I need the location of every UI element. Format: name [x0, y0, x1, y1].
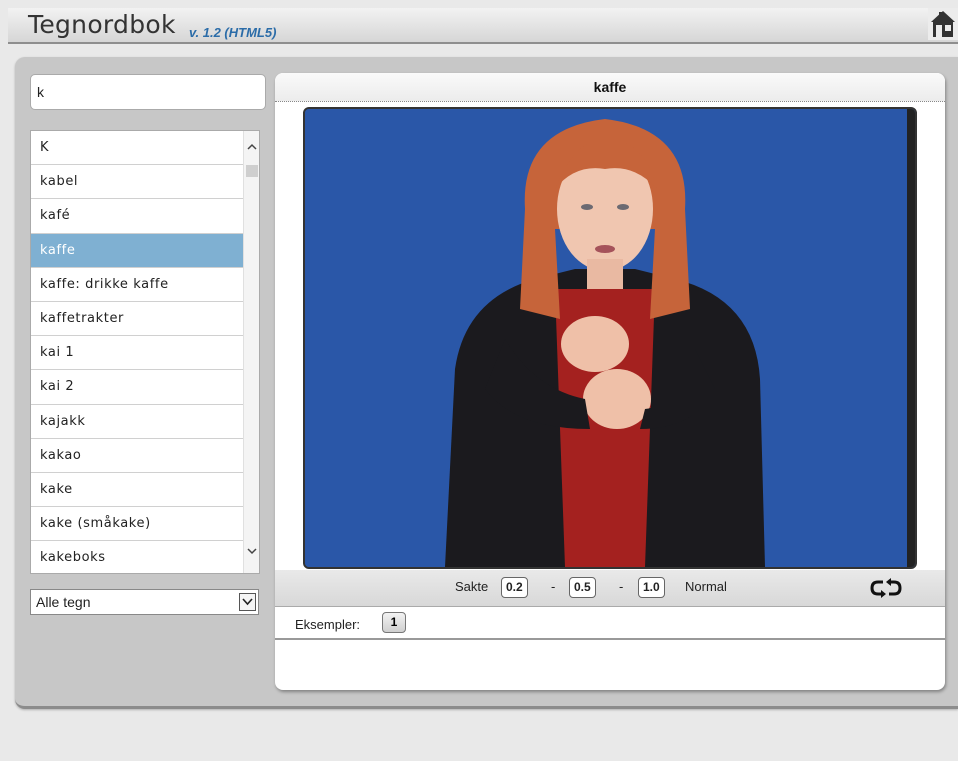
sign-video[interactable]: [303, 107, 917, 569]
list-item[interactable]: K: [31, 131, 244, 166]
filter-select[interactable]: Alle tegn: [30, 589, 259, 615]
speed-separator: -: [551, 579, 556, 594]
filter-selected-value: Alle tegn: [36, 594, 91, 610]
list-item[interactable]: kai 2: [31, 370, 244, 405]
example-button-1[interactable]: 1: [382, 612, 406, 633]
sign-title: kaffe: [275, 73, 945, 102]
speed-0-2-button[interactable]: 0.2: [501, 577, 528, 598]
list-item[interactable]: kakao: [31, 439, 244, 473]
examples-bar: Eksempler: 1: [275, 606, 945, 640]
list-item[interactable]: kaffe: drikke kaffe: [31, 268, 244, 302]
list-item[interactable]: kabel: [31, 165, 244, 200]
home-button[interactable]: [928, 8, 958, 42]
list-item[interactable]: kajakk: [31, 405, 244, 439]
list-item-selected[interactable]: kaffe: [31, 233, 244, 268]
list-item[interactable]: kaffetrakter: [31, 302, 244, 337]
list-item[interactable]: kafé: [31, 199, 244, 234]
app-title: Tegnordbok: [28, 10, 176, 39]
word-list[interactable]: K kabel kafé kaffe kaffe: drikke kaffe k…: [30, 130, 260, 574]
speed-1-0-button[interactable]: 1.0: [638, 577, 665, 598]
list-item[interactable]: kakeboks: [31, 541, 244, 573]
search-input[interactable]: [30, 74, 266, 110]
loop-icon[interactable]: [869, 578, 902, 598]
video-edge: [907, 109, 915, 567]
normal-label: Normal: [685, 579, 727, 594]
chevron-down-icon[interactable]: [244, 545, 259, 561]
speed-0-5-button[interactable]: 0.5: [569, 577, 596, 598]
list-item[interactable]: kai 1: [31, 336, 244, 371]
sign-card: kaffe Sakte 0.2 - 0.5 - 1.0 Normal Eksem…: [275, 73, 945, 690]
app-version: v. 1.2 (HTML5): [189, 25, 277, 40]
playback-controls: Sakte 0.2 - 0.5 - 1.0 Normal: [275, 570, 945, 606]
list-item[interactable]: kake (småkake): [31, 507, 244, 542]
scroll-thumb[interactable]: [246, 165, 258, 177]
chevron-down-icon[interactable]: [239, 593, 256, 611]
speed-separator: -: [619, 579, 624, 594]
home-icon: [928, 8, 958, 40]
main-panel: K kabel kafé kaffe kaffe: drikke kaffe k…: [15, 57, 958, 709]
examples-label: Eksempler:: [295, 617, 361, 632]
chevron-up-icon[interactable]: [244, 141, 259, 157]
list-scrollbar[interactable]: [243, 131, 259, 573]
slow-label: Sakte: [455, 579, 489, 594]
list-item[interactable]: kake: [31, 473, 244, 508]
app-header: Tegnordbok v. 1.2 (HTML5): [8, 8, 958, 44]
video-frame-signer: [305, 109, 909, 567]
